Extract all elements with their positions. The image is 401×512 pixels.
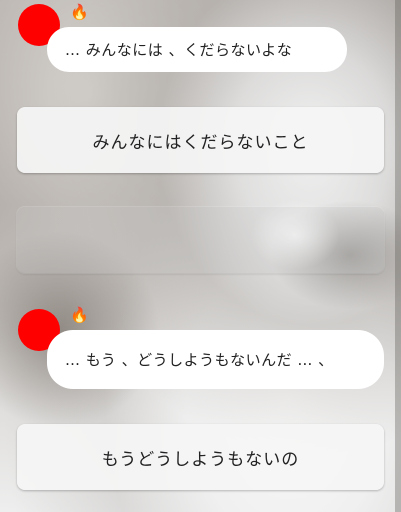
chat-message-text: … もう 、どうしようもないんだ … 、 bbox=[65, 351, 334, 369]
chat-message-bubble: … もう 、どうしようもないんだ … 、 bbox=[47, 330, 384, 389]
reply-option-label: みんなにはくだらないこと bbox=[92, 132, 309, 153]
chat-message-bubble: … みんなには 、くだらないよな bbox=[47, 27, 347, 72]
reply-option-button[interactable]: もうどうしようもないの bbox=[17, 424, 384, 490]
chat-message-text: … みんなには 、くだらないよな bbox=[65, 41, 293, 59]
reply-option-button[interactable]: みんなにはくだらないこと bbox=[17, 107, 384, 173]
reply-option-label: もうどうしようもないの bbox=[101, 449, 300, 470]
flame-icon: 🔥 bbox=[70, 3, 89, 21]
scroll-rail bbox=[395, 0, 401, 512]
flame-icon: 🔥 bbox=[70, 306, 89, 324]
reply-option-button-empty[interactable] bbox=[17, 207, 384, 273]
